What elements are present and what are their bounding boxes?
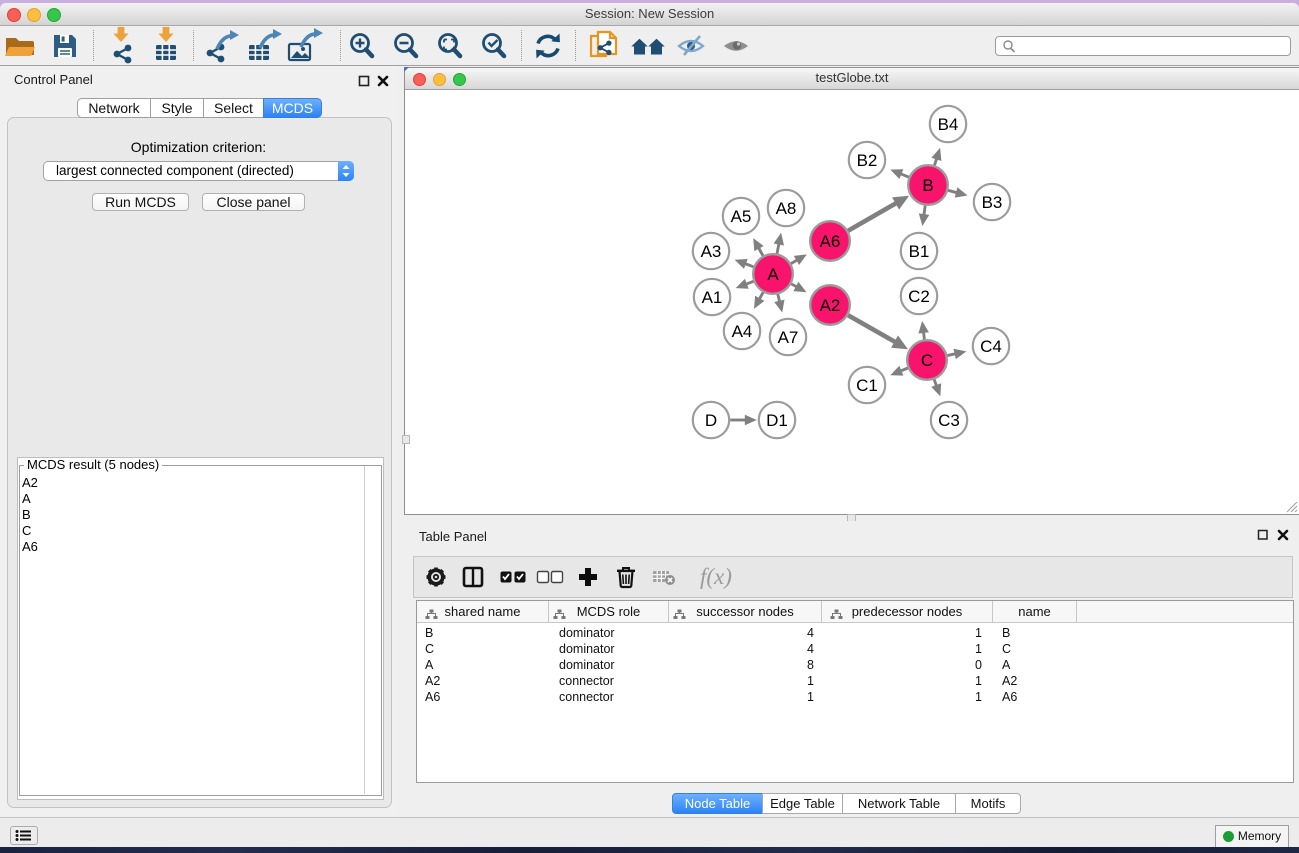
svg-text:A4: A4 xyxy=(732,322,753,341)
svg-text:A5: A5 xyxy=(731,207,752,226)
svg-text:A3: A3 xyxy=(701,242,722,261)
svg-text:D: D xyxy=(705,411,717,430)
svg-text:A6: A6 xyxy=(820,232,841,251)
svg-text:B2: B2 xyxy=(857,151,878,170)
svg-text:A1: A1 xyxy=(702,288,723,307)
svg-text:C4: C4 xyxy=(980,337,1002,356)
svg-text:A7: A7 xyxy=(778,328,799,347)
svg-text:C2: C2 xyxy=(908,287,930,306)
svg-text:C: C xyxy=(921,351,933,370)
svg-text:C1: C1 xyxy=(856,376,878,395)
svg-text:A8: A8 xyxy=(776,199,797,218)
svg-text:f(x): f(x) xyxy=(700,564,732,589)
svg-text:B: B xyxy=(922,176,933,195)
svg-text:B3: B3 xyxy=(982,193,1003,212)
svg-text:D1: D1 xyxy=(766,411,788,430)
svg-text:A: A xyxy=(767,265,779,284)
svg-text:C3: C3 xyxy=(938,411,960,430)
svg-text:A2: A2 xyxy=(820,296,841,315)
svg-text:B1: B1 xyxy=(909,242,930,261)
svg-text:B4: B4 xyxy=(938,115,959,134)
